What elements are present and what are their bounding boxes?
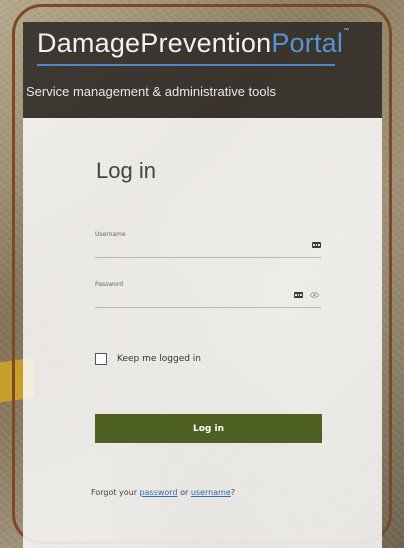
username-field: Username (95, 231, 321, 258)
password-field: Password (95, 281, 321, 308)
portal-header: DamagePreventionPortal™ Service manageme… (23, 22, 382, 118)
keep-logged-in-row[interactable]: Keep me logged in (95, 353, 201, 365)
forgot-prefix: Forgot your (91, 488, 140, 497)
keep-logged-in-label[interactable]: Keep me logged in (117, 354, 201, 364)
brand-accent-text: Portal (271, 28, 344, 58)
password-label: Password (95, 281, 124, 288)
forgot-credentials: Forgot your password or username? (91, 488, 235, 497)
forgot-middle: or (177, 488, 191, 497)
dots-icon[interactable] (294, 292, 303, 298)
brand-main-text: DamagePrevention (37, 28, 272, 58)
forgot-suffix: ? (230, 488, 236, 497)
brand-logo: DamagePreventionPortal™ (37, 28, 349, 59)
password-input[interactable] (95, 290, 321, 308)
tagline: Service management & administrative tool… (26, 84, 277, 99)
forgot-username-link[interactable]: username (191, 488, 231, 497)
login-panel: DamagePreventionPortal™ Service manageme… (23, 22, 382, 548)
login-form: Log in Username Password Keep me logged … (23, 118, 382, 548)
keep-logged-in-checkbox[interactable] (95, 353, 107, 365)
brand-underline (37, 64, 335, 66)
eye-icon[interactable] (310, 292, 319, 298)
username-label: Username (95, 231, 126, 238)
login-button[interactable]: Log in (95, 414, 322, 443)
forgot-password-link[interactable]: password (140, 488, 178, 497)
brand-trademark: ™ (343, 28, 350, 34)
page-title: Log in (96, 158, 156, 183)
username-input[interactable] (95, 240, 321, 258)
dots-icon[interactable] (312, 242, 321, 248)
